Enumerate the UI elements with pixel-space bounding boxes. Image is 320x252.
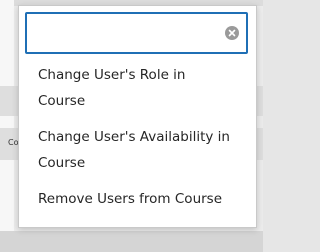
menu-item-change-availability[interactable]: Change User's Availability in Course — [19, 124, 256, 176]
background-left-column — [0, 0, 14, 252]
clear-search-icon[interactable] — [225, 26, 239, 40]
menu-item-label: Change User's Role in — [38, 67, 186, 83]
menu-item-label: Change User's Availability in — [38, 129, 230, 145]
actions-dropdown: Change User's Role in Course Change User… — [18, 5, 257, 228]
menu-item-label: Remove Users from Course — [38, 191, 223, 207]
menu-item-remove-users[interactable]: Remove Users from Course — [19, 186, 256, 212]
page-stage: Co Change User's Role in Course Change U… — [0, 0, 263, 252]
search-field — [25, 12, 248, 54]
menu-item-label: Course — [38, 155, 86, 171]
background-row-text: Co — [8, 138, 19, 147]
search-input[interactable] — [35, 22, 215, 44]
menu-item-label: Course — [38, 93, 86, 109]
background-footer-strip — [0, 231, 263, 252]
menu-item-change-role[interactable]: Change User's Role in Course — [19, 62, 256, 114]
actions-menu: Change User's Role in Course Change User… — [19, 62, 256, 212]
